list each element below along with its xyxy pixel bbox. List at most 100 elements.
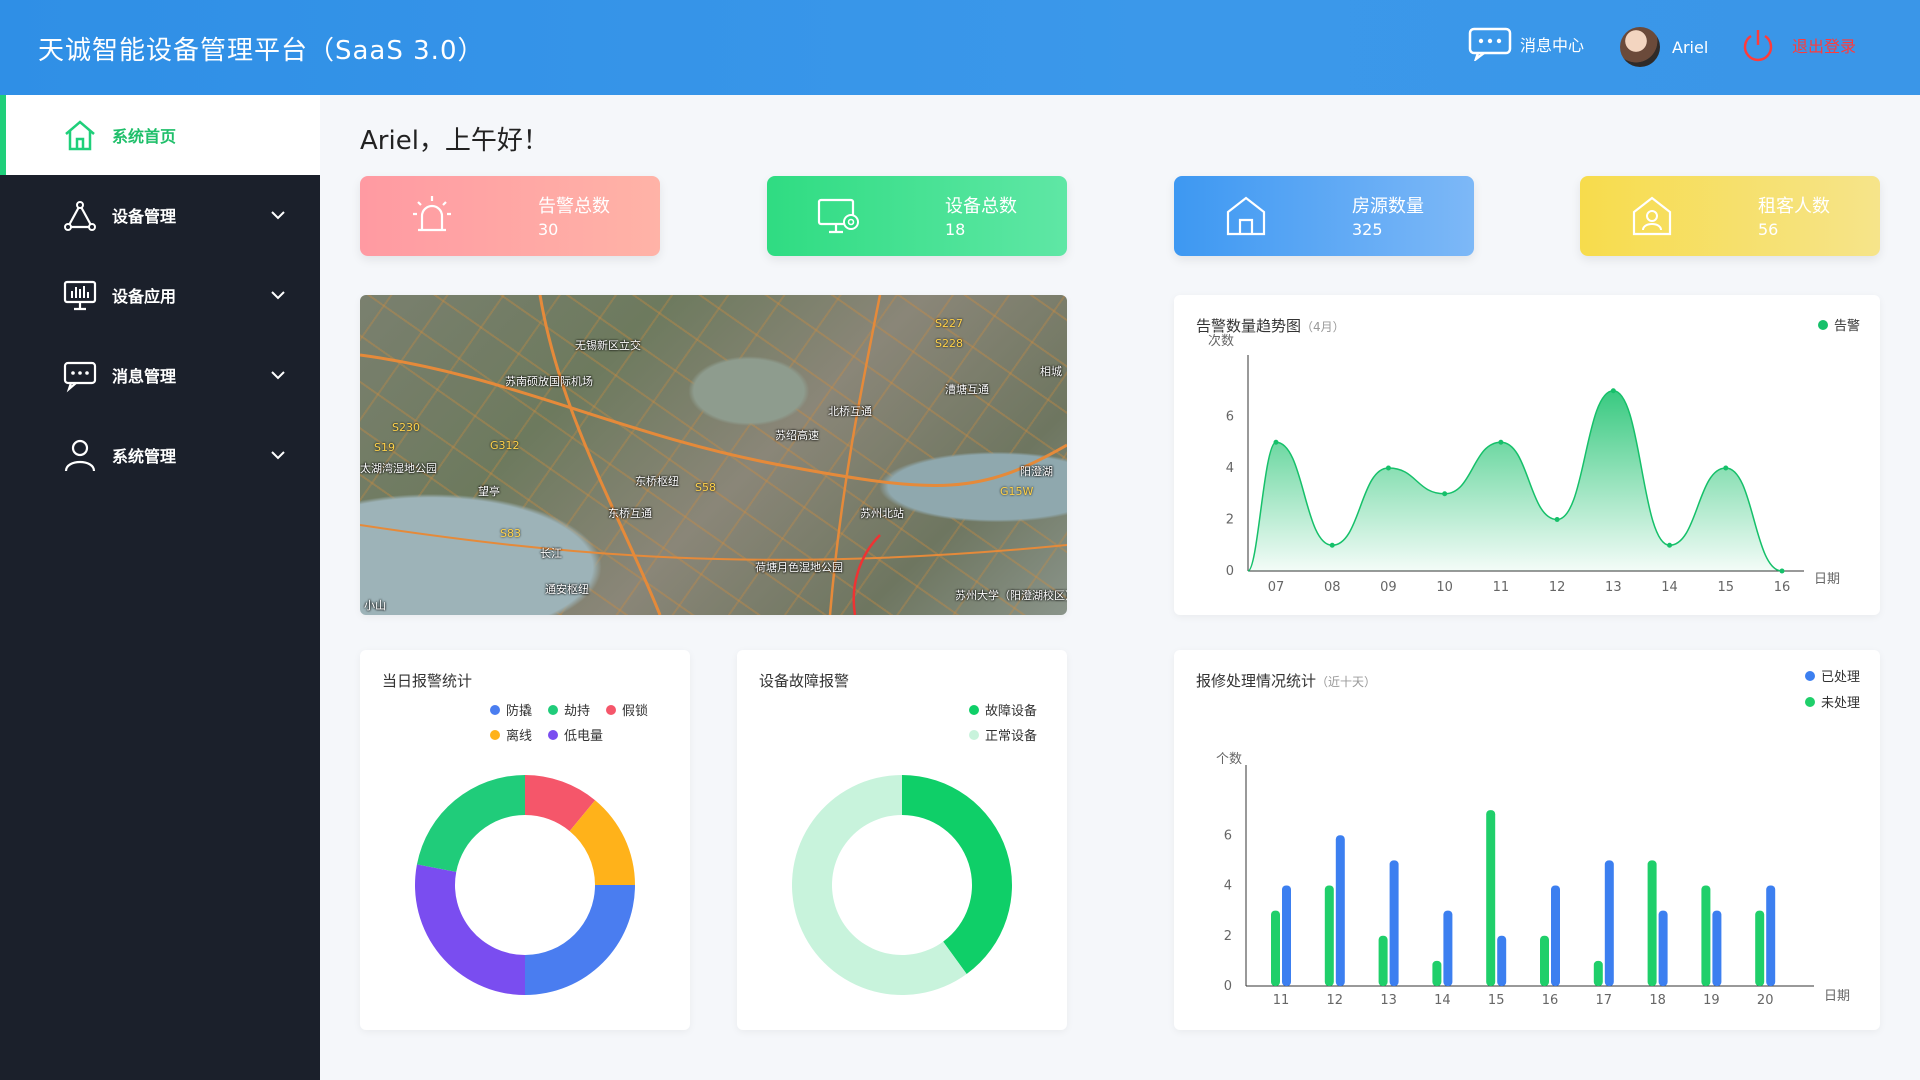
- x-tick-label: 14: [1661, 580, 1678, 595]
- bar-processed: [1604, 860, 1614, 986]
- map-label: 无锡新区立交: [575, 339, 641, 352]
- sidebar-item-home[interactable]: 系统首页: [0, 95, 320, 175]
- data-point: [1610, 388, 1616, 394]
- x-tick-label: 12: [1327, 993, 1344, 1008]
- house-person-icon: [1632, 196, 1672, 236]
- sidebar-item-label: 设备应用: [112, 287, 177, 306]
- map-label: 望亭: [478, 485, 500, 498]
- logout-label: 退出登录: [1792, 37, 1857, 56]
- x-tick-label: 18: [1649, 993, 1666, 1008]
- greeting-text: Ariel，上午好！: [360, 126, 549, 156]
- map-label: 长江: [540, 547, 562, 560]
- bar-unprocessed: [1271, 910, 1280, 986]
- bar-unprocessed: [1432, 960, 1442, 986]
- x-tick-label: 12: [1549, 580, 1566, 595]
- data-point: [1779, 568, 1785, 574]
- bar-processed: [1712, 910, 1722, 986]
- map-label: 漕塘互通: [945, 383, 989, 396]
- stat-value: 18: [945, 220, 966, 239]
- bar-unprocessed: [1324, 885, 1334, 986]
- bar-processed: [1282, 885, 1291, 986]
- y-axis-label: 个数: [1216, 752, 1242, 767]
- x-tick-label: 13: [1605, 580, 1622, 595]
- stat-card-alarms[interactable]: 告警总数 30: [360, 176, 660, 256]
- stat-label: 告警总数: [538, 196, 610, 217]
- x-tick-label: 15: [1718, 580, 1735, 595]
- data-point: [1554, 517, 1560, 522]
- map-label: 太湖湾湿地公园: [360, 462, 437, 475]
- house-icon: [1226, 196, 1266, 236]
- bar-processed: [1389, 860, 1399, 986]
- x-tick-label: 11: [1493, 580, 1510, 595]
- sidebar-item-device-app[interactable]: 设备应用: [0, 255, 320, 335]
- x-tick-label: 20: [1757, 993, 1774, 1008]
- x-tick-label: 17: [1596, 993, 1613, 1008]
- road-badge: S83: [500, 527, 521, 540]
- device-manage-icon: [64, 201, 96, 231]
- y-tick-label: 4: [1226, 461, 1234, 476]
- stat-card-tenants[interactable]: 租客人数 56: [1580, 176, 1880, 256]
- map-label: 苏州北站: [860, 507, 904, 520]
- x-tick-label: 09: [1380, 580, 1397, 595]
- user-menu[interactable]: Ariel: [1620, 27, 1708, 67]
- map-label: 东桥互通: [608, 507, 652, 520]
- x-tick-label: 14: [1434, 993, 1451, 1008]
- message-center-link[interactable]: 消息中心: [1468, 27, 1584, 61]
- donut-slice: [416, 775, 525, 872]
- road-badge: G15W: [1000, 485, 1034, 498]
- device-fault-alarm: 设备故障报警 故障设备 正常设备: [737, 650, 1067, 1030]
- y-tick-label: 0: [1224, 979, 1232, 994]
- sidebar-item-label: 系统管理: [112, 447, 177, 466]
- home-icon: [65, 120, 95, 151]
- fault-donut: [792, 775, 1012, 995]
- data-point: [1385, 465, 1391, 471]
- stat-card-devices[interactable]: 设备总数 18: [767, 176, 1067, 256]
- data-point: [1723, 465, 1729, 471]
- map-label: 小山: [364, 599, 386, 612]
- bar-unprocessed: [1540, 935, 1549, 986]
- chat-bubble-icon: [1468, 27, 1512, 61]
- stat-card-houses[interactable]: 房源数量 325: [1174, 176, 1474, 256]
- sidebar-item-system[interactable]: 系统管理: [0, 415, 320, 495]
- bar-processed: [1443, 910, 1453, 986]
- x-axis-label: 日期: [1814, 572, 1840, 587]
- map-label: 北桥互通: [828, 405, 872, 418]
- bar-processed: [1551, 885, 1560, 986]
- monitor-icon: [63, 280, 97, 311]
- y-tick-label: 0: [1226, 564, 1234, 579]
- chevron-down-icon: [271, 211, 285, 220]
- stat-value: 30: [538, 220, 559, 239]
- x-tick-label: 10: [1436, 580, 1453, 595]
- stat-value: 325: [1352, 220, 1383, 239]
- message-icon: [63, 361, 97, 393]
- satellite-map[interactable]: 无锡新区立交 苏南硕放国际机场 北桥互通 漕塘互通 相城 苏绍高速 东桥枢纽 东…: [360, 295, 1067, 615]
- map-label: 荷塘月色湿地公园: [755, 561, 843, 574]
- alarm-donut: [414, 775, 635, 995]
- bar-unprocessed: [1755, 910, 1765, 986]
- bar-unprocessed: [1486, 810, 1496, 986]
- sidebar-item-message[interactable]: 消息管理: [0, 335, 320, 415]
- x-axis-label: 日期: [1824, 989, 1850, 1004]
- sidebar-item-label: 设备管理: [112, 207, 177, 226]
- logout-button[interactable]: 退出登录: [1740, 27, 1856, 63]
- road-badge: S227: [935, 317, 963, 330]
- sidebar-item-device-manage[interactable]: 设备管理: [0, 175, 320, 255]
- y-axis-label: 次数: [1208, 333, 1234, 349]
- data-point: [1667, 542, 1673, 548]
- app-title: 天诚智能设备管理平台（SaaS 3.0）: [38, 36, 485, 66]
- chevron-down-icon: [271, 371, 285, 380]
- map-label: 相城: [1040, 365, 1062, 378]
- stat-value: 56: [1758, 220, 1779, 239]
- x-tick-label: 16: [1542, 993, 1559, 1008]
- stat-label: 租客人数: [1758, 196, 1830, 217]
- avatar: [1620, 27, 1660, 67]
- donut-slice: [902, 775, 1012, 974]
- repair-bar-plot: 0 2 4 6 个数日期 11 12 13 14 15 16 17 18 19 20: [1216, 752, 1850, 1008]
- sidebar-item-label: 消息管理: [112, 367, 177, 386]
- message-center-label: 消息中心: [1520, 36, 1585, 55]
- x-tick-label: 07: [1268, 580, 1285, 595]
- bar-processed: [1766, 885, 1776, 986]
- alarm-trend-chart: 告警数量趋势图（4月） 告警 0 2 4 6 次数 日期 07 08 09 10 11 12 13 14 1…: [1174, 295, 1880, 615]
- power-icon: [1743, 30, 1773, 62]
- bar-unprocessed: [1701, 885, 1711, 986]
